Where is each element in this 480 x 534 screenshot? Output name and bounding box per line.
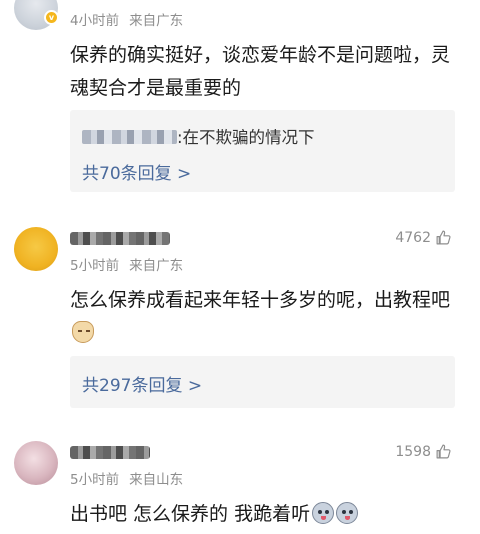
reply-preview-text: :在不欺骗的情况下	[177, 128, 315, 147]
comment-item: 4762 5小时前 来自广东 怎么保养成看起来年轻十多岁的呢，出教程吧 共297条…	[0, 212, 480, 412]
thumbs-up-icon	[436, 230, 451, 245]
reply-preview-box[interactable]: 共297条回复 >	[70, 356, 455, 408]
comment-meta: 4小时前 来自广东	[70, 9, 183, 29]
reply-preview-line: :在不欺骗的情况下	[82, 124, 315, 148]
comment-time: 4小时前	[70, 13, 120, 29]
reply-preview-box[interactable]: :在不欺骗的情况下 共70条回复 >	[70, 110, 455, 192]
comment-location: 来自山东	[129, 472, 184, 488]
cat-face-icon	[72, 321, 94, 343]
avatar[interactable]	[14, 441, 58, 485]
username-blurred[interactable]	[70, 446, 150, 459]
like-count: 1598	[395, 443, 431, 460]
avatar[interactable]	[14, 227, 58, 271]
comment-text-block: 出书吧 怎么保养的 我跪着听	[70, 498, 455, 531]
view-replies-link[interactable]: 共70条回复 >	[82, 159, 191, 184]
thumbs-up-icon	[436, 444, 451, 459]
vip-badge-icon: v	[44, 10, 59, 25]
comment-meta: 5小时前 来自广东	[70, 254, 183, 274]
comment-text: 怎么保养成看起来年轻十多岁的呢，出教程吧	[70, 289, 451, 311]
like-button[interactable]: 4762	[395, 229, 452, 246]
username-blurred[interactable]	[70, 232, 170, 245]
reply-author-blurred	[82, 130, 177, 144]
comment-text-block: 怎么保养成看起来年轻十多岁的呢，出教程吧	[70, 284, 455, 350]
like-count: 4762	[395, 229, 431, 246]
comment-time: 5小时前	[70, 472, 120, 488]
comment-time: 5小时前	[70, 258, 120, 274]
like-button[interactable]: 1598	[395, 443, 452, 460]
comment-item: v 4小时前 来自广东 保养的确实挺好，谈恋爱年龄不是问题啦，灵魂契合才是最重要的…	[0, 0, 480, 200]
comment-meta: 5小时前 来自山东	[70, 468, 183, 488]
husky-face-icon	[336, 502, 359, 524]
view-replies-link[interactable]: 共297条回复 >	[82, 371, 202, 396]
husky-face-icon	[312, 502, 335, 524]
comment-location: 来自广东	[129, 258, 184, 274]
comment-text: 出书吧 怎么保养的 我跪着听	[70, 503, 311, 525]
comment-text: 保养的确实挺好，谈恋爱年龄不是问题啦，灵魂契合才是最重要的	[70, 44, 451, 99]
comment-location: 来自广东	[129, 13, 184, 29]
comment-item: 1598 5小时前 来自山东 出书吧 怎么保养的 我跪着听	[0, 426, 480, 534]
